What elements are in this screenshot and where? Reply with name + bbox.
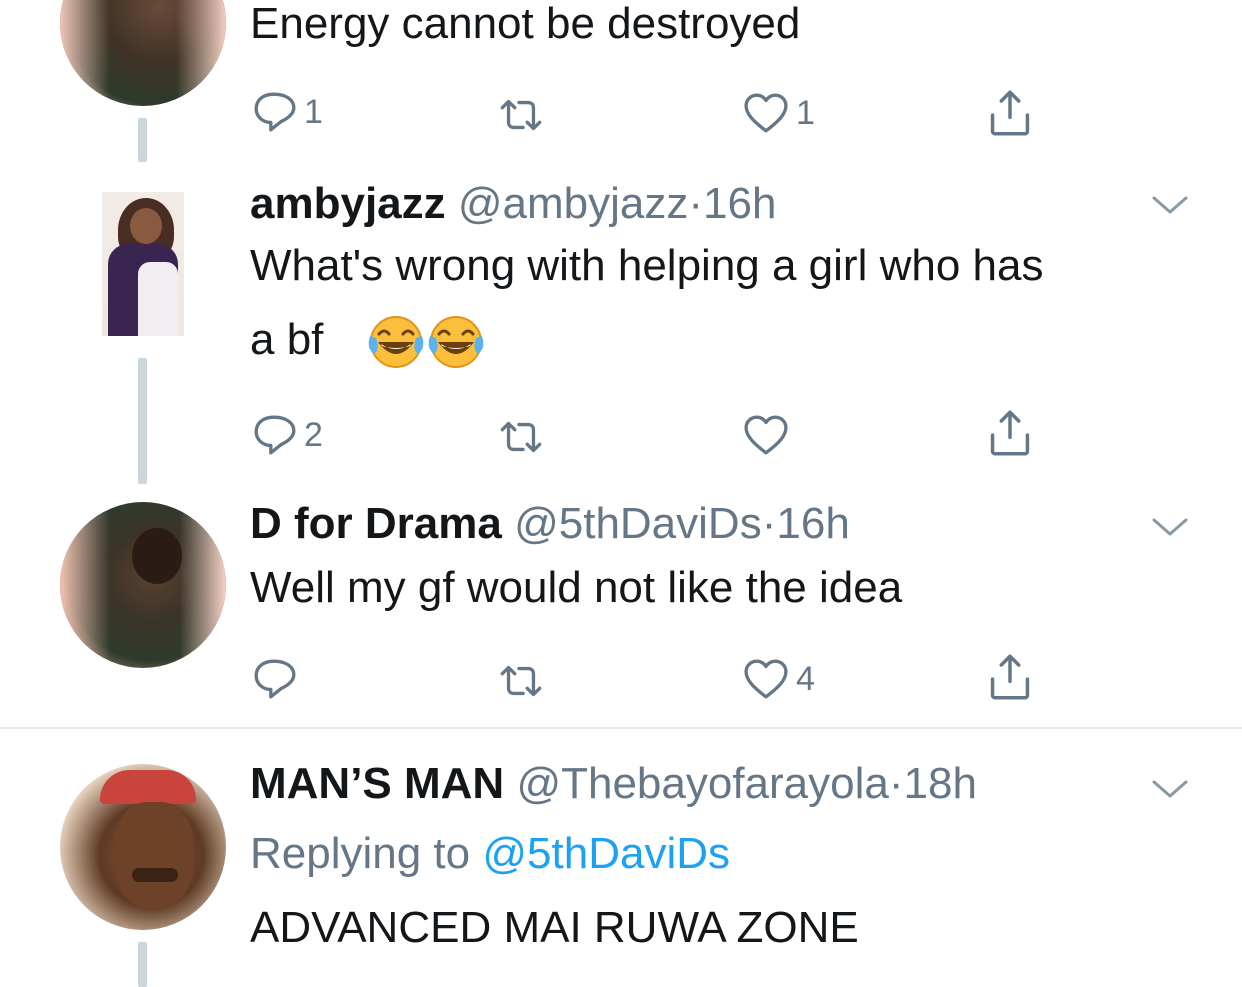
share-icon [990, 410, 1030, 456]
avatar-mans-man[interactable] [60, 764, 226, 930]
tweet-text-line-2-text: a bf [250, 315, 324, 364]
retweet-icon [500, 665, 542, 697]
chevron-down-icon[interactable] [1150, 512, 1190, 542]
laughing-emoji-icon [367, 315, 425, 369]
user-handle[interactable]: @ambyjazz [458, 179, 689, 228]
timestamp[interactable]: 16h [703, 179, 776, 228]
retweet-button[interactable] [494, 412, 548, 462]
user-handle[interactable]: @Thebayofarayola [516, 759, 888, 808]
laughing-emoji-icon [427, 315, 485, 369]
avatar-d-for-drama[interactable] [60, 0, 226, 106]
thread-connector [138, 942, 147, 987]
heart-icon [744, 93, 788, 133]
share-icon [990, 654, 1030, 700]
tweet-text: ADVANCED MAI RUWA ZONE [250, 903, 859, 952]
tweet-text-line-2: a bf [250, 306, 486, 374]
reply-bubble-icon [254, 415, 296, 455]
retweet-button[interactable] [494, 656, 548, 706]
reply-button[interactable] [252, 654, 298, 704]
tweet-text-line-1: What's wrong with helping a girl who has [250, 241, 1044, 290]
timestamp[interactable]: 16h [776, 499, 849, 548]
retweet-icon [500, 99, 542, 131]
avatar-ambyjazz[interactable] [102, 192, 184, 336]
thread-connector [138, 118, 147, 162]
display-name[interactable]: D for Drama [250, 499, 502, 548]
reply-count: 1 [304, 92, 323, 131]
like-button[interactable]: 1 [742, 88, 815, 138]
heart-icon [744, 415, 788, 455]
retweet-icon [500, 421, 542, 453]
separator-dot: · [888, 759, 904, 808]
chevron-down-icon[interactable] [1150, 190, 1190, 220]
share-button[interactable] [986, 652, 1034, 702]
heart-icon [744, 659, 788, 699]
like-count: 4 [796, 659, 815, 698]
tweet-text: Well my gf would not like the idea [250, 563, 903, 612]
replying-to-label: Replying to [250, 829, 471, 878]
tweet-divider [0, 727, 1242, 729]
thread-connector [138, 358, 147, 484]
tweet-text: Energy cannot be destroyed [250, 0, 801, 48]
reply-button[interactable]: 1 [252, 87, 323, 137]
replying-to: Replying to @5thDaviDs [250, 828, 730, 880]
like-button[interactable] [742, 410, 790, 460]
share-button[interactable] [986, 88, 1034, 138]
timestamp[interactable]: 18h [904, 759, 977, 808]
replying-to-handle[interactable]: @5thDaviDs [482, 829, 730, 878]
reply-bubble-icon [254, 659, 296, 699]
display-name[interactable]: ambyjazz [250, 179, 446, 228]
like-count: 1 [796, 93, 815, 132]
display-name[interactable]: MAN’S MAN [250, 759, 504, 808]
chevron-down-icon[interactable] [1150, 774, 1190, 804]
reply-count: 2 [304, 415, 323, 454]
tweet-header: MAN’S MAN @Thebayofarayola·18h [250, 758, 977, 810]
avatar-d-for-drama[interactable] [60, 502, 226, 668]
separator-dot: · [688, 179, 704, 228]
like-button[interactable]: 4 [742, 654, 815, 704]
tweet-header: D for Drama @5thDaviDs·16h [250, 498, 850, 550]
retweet-button[interactable] [494, 90, 548, 140]
reply-button[interactable]: 2 [252, 410, 323, 460]
share-button[interactable] [986, 408, 1034, 458]
tweet-header: ambyjazz @ambyjazz·16h [250, 178, 776, 230]
reply-bubble-icon [254, 92, 296, 132]
separator-dot: · [761, 499, 777, 548]
user-handle[interactable]: @5thDaviDs [514, 499, 762, 548]
share-icon [990, 90, 1030, 136]
